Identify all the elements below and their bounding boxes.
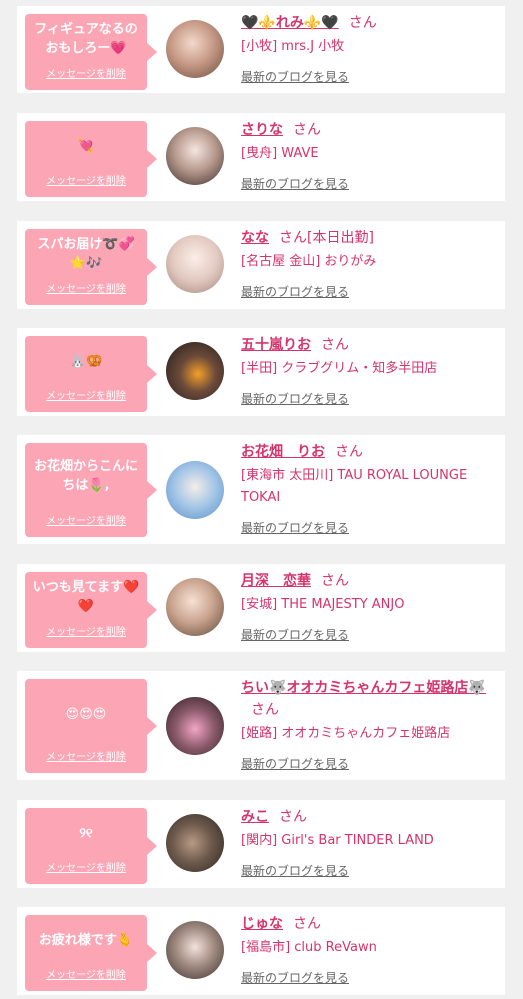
- card-info: お花畑 りお さん [東海市 太田川] TAU ROYAL LOUNGE TOKA…: [241, 441, 499, 509]
- card-info: 月深 恋華 さん [安城] THE MAJESTY ANJO: [241, 570, 499, 616]
- latest-blog-link[interactable]: 最新のブログを見る: [241, 755, 349, 772]
- girl-name-link[interactable]: さりな: [241, 122, 283, 138]
- avatar[interactable]: [166, 697, 224, 755]
- girl-name-link[interactable]: 🖤⚜️れみ⚜️🖤: [241, 15, 339, 31]
- latest-blog-link[interactable]: 最新のブログを見る: [241, 519, 349, 536]
- message-card: 💘 メッセージを削除 さりな さん [曳舟] WAVE 最新のブログを見る: [17, 113, 505, 201]
- card-info: 🖤⚜️れみ⚜️🖤 さん [小牧] mrs.J 小牧: [241, 12, 499, 58]
- message-text: フィギュアなるの おもしろー💗: [34, 22, 138, 56]
- avatar[interactable]: [166, 235, 224, 293]
- message-bubble: いつも見てます❤️ ❤️ メッセージを削除: [25, 572, 157, 648]
- shop-name: [曳舟] WAVE: [241, 146, 319, 161]
- shop-name: [小牧] mrs.J 小牧: [241, 39, 345, 54]
- honorific: さん: [321, 337, 349, 353]
- delete-message-link[interactable]: メッセージを削除: [25, 748, 147, 763]
- latest-blog-link[interactable]: 最新のブログを見る: [241, 390, 349, 407]
- shop-name: [半田] クラブグリム・知多半田店: [241, 361, 438, 376]
- work-status: [本日出勤]: [307, 230, 374, 246]
- latest-blog-link[interactable]: 最新のブログを見る: [241, 969, 349, 986]
- message-text: お疲れ様です🫰: [38, 933, 134, 948]
- message-card: ୨୧ メッセージを削除 みこ さん [関内] Girl's Bar TINDER …: [17, 800, 505, 888]
- shop-name: [福島市] club ReVawn: [241, 940, 377, 955]
- honorific: さん: [321, 573, 349, 589]
- shop-name: [安城] THE MAJESTY ANJO: [241, 597, 405, 612]
- message-bubble: 💘 メッセージを削除: [25, 121, 157, 197]
- avatar[interactable]: [166, 921, 224, 979]
- message-card: フィギュアなるの おもしろー💗 メッセージを削除 🖤⚜️れみ⚜️🖤 さん [小牧]…: [17, 6, 505, 93]
- avatar[interactable]: [166, 127, 224, 185]
- delete-message-link[interactable]: メッセージを削除: [25, 859, 147, 874]
- avatar[interactable]: [166, 342, 224, 400]
- card-info: じゅな さん [福島市] club ReVawn: [241, 913, 499, 959]
- message-card: 🐰🥨 メッセージを削除 五十嵐りお さん [半田] クラブグリム・知多半田店 最新…: [17, 328, 505, 416]
- avatar[interactable]: [166, 578, 224, 636]
- delete-message-link[interactable]: メッセージを削除: [25, 512, 147, 527]
- delete-message-link[interactable]: メッセージを削除: [25, 623, 147, 638]
- avatar[interactable]: [166, 461, 224, 519]
- message-text: スパお届け➰💞 ⭐🎶: [37, 237, 135, 271]
- shop-name: [関内] Girl's Bar TINDER LAND: [241, 833, 434, 848]
- message-text: ୨୧: [79, 826, 93, 841]
- latest-blog-link[interactable]: 最新のブログを見る: [241, 626, 349, 643]
- message-bubble: フィギュアなるの おもしろー💗 メッセージを削除: [25, 14, 157, 90]
- honorific: さん: [293, 916, 321, 932]
- message-bubble: 🐰🥨 メッセージを削除: [25, 336, 157, 412]
- message-text: お花畑からこんに ちは🌷,: [33, 459, 138, 493]
- message-card: いつも見てます❤️ ❤️ メッセージを削除 月深 恋華 さん [安城] THE M…: [17, 564, 505, 652]
- message-card: 😍😍😍 メッセージを削除 ちい🐺オオカミちゃんカフェ姫路店🐺 さん [姫路] オオ…: [17, 671, 505, 780]
- message-bubble: お疲れ様です🫰 メッセージを削除: [25, 915, 157, 991]
- shop-name: [名古屋 金山] おりがみ: [241, 254, 377, 269]
- card-info: さりな さん [曳舟] WAVE: [241, 119, 499, 165]
- message-bubble: お花畑からこんに ちは🌷, メッセージを削除: [25, 443, 157, 537]
- message-card: お花畑からこんに ちは🌷, メッセージを削除 お花畑 りお さん [東海市 太田川…: [17, 435, 505, 544]
- girl-name-link[interactable]: みこ: [241, 809, 269, 825]
- shop-name: [東海市 太田川] TAU ROYAL LOUNGE TOKAI: [241, 468, 468, 505]
- card-info: 五十嵐りお さん [半田] クラブグリム・知多半田店: [241, 334, 499, 380]
- honorific: さん: [279, 230, 307, 246]
- delete-message-link[interactable]: メッセージを削除: [25, 172, 147, 187]
- latest-blog-link[interactable]: 最新のブログを見る: [241, 283, 349, 300]
- avatar[interactable]: [166, 20, 224, 78]
- delete-message-link[interactable]: メッセージを削除: [25, 65, 147, 80]
- card-info: なな さん[本日出勤] [名古屋 金山] おりがみ: [241, 227, 499, 273]
- message-bubble: ୨୧ メッセージを削除: [25, 808, 157, 884]
- latest-blog-link[interactable]: 最新のブログを見る: [241, 68, 349, 85]
- shop-name: [姫路] オオカミちゃんカフェ姫路店: [241, 726, 451, 741]
- girl-name-link[interactable]: お花畑 りお: [241, 444, 325, 460]
- girl-name-link[interactable]: なな: [241, 230, 269, 246]
- card-info: ちい🐺オオカミちゃんカフェ姫路店🐺 さん [姫路] オオカミちゃんカフェ姫路店: [241, 677, 499, 745]
- message-text: 💘: [77, 139, 95, 154]
- honorific: さん: [335, 444, 363, 460]
- delete-message-link[interactable]: メッセージを削除: [25, 387, 147, 402]
- message-bubble: 😍😍😍 メッセージを削除: [25, 679, 157, 773]
- message-text: 😍😍😍: [65, 707, 107, 722]
- message-card: スパお届け➰💞 ⭐🎶 メッセージを削除 なな さん[本日出勤] [名古屋 金山] …: [17, 221, 505, 309]
- latest-blog-link[interactable]: 最新のブログを見る: [241, 862, 349, 879]
- delete-message-link[interactable]: メッセージを削除: [25, 280, 147, 295]
- honorific: さん: [293, 122, 321, 138]
- avatar[interactable]: [166, 814, 224, 872]
- message-text: いつも見てます❤️ ❤️: [32, 580, 140, 614]
- girl-name-link[interactable]: じゅな: [241, 916, 283, 932]
- latest-blog-link[interactable]: 最新のブログを見る: [241, 175, 349, 192]
- message-card: お疲れ様です🫰 メッセージを削除 じゅな さん [福島市] club ReVawn…: [17, 907, 505, 995]
- honorific: さん: [251, 702, 279, 718]
- girl-name-link[interactable]: ちい🐺オオカミちゃんカフェ姫路店🐺: [241, 680, 486, 696]
- girl-name-link[interactable]: 五十嵐りお: [241, 337, 311, 353]
- message-text: 🐰🥨: [69, 354, 103, 369]
- delete-message-link[interactable]: メッセージを削除: [25, 966, 147, 981]
- message-bubble: スパお届け➰💞 ⭐🎶 メッセージを削除: [25, 229, 157, 305]
- card-info: みこ さん [関内] Girl's Bar TINDER LAND: [241, 806, 499, 852]
- girl-name-link[interactable]: 月深 恋華: [241, 573, 311, 589]
- honorific: さん: [348, 15, 377, 31]
- honorific: さん: [279, 809, 307, 825]
